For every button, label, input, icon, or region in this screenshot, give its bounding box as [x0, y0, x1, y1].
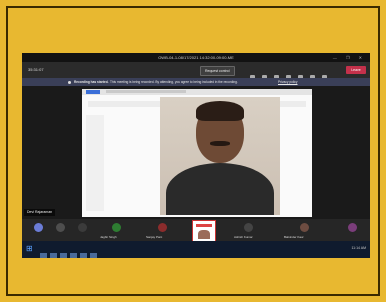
avatar: [158, 223, 167, 232]
participant-tile[interactable]: [340, 221, 366, 239]
request-control-button[interactable]: Request control: [200, 66, 235, 76]
shared-tab: [86, 90, 100, 94]
file-explorer-icon[interactable]: [60, 253, 67, 258]
avatar: [34, 223, 43, 232]
participant-name: Balvinder Kaur: [284, 235, 304, 239]
privacy-policy-link[interactable]: Privacy policy: [278, 78, 298, 86]
windows-logo-icon[interactable]: ⊞: [26, 245, 33, 253]
recording-icon: [68, 80, 71, 84]
participant-name: Ashish Kumar: [234, 235, 253, 239]
participant-name: Sanjay Pant: [146, 235, 163, 239]
participant-tile[interactable]: Balvinder Kaur: [284, 221, 324, 239]
mail-icon[interactable]: [90, 253, 97, 258]
shared-slide-thumbnail[interactable]: [192, 220, 216, 242]
avatar: [348, 223, 357, 232]
presenter-hair: [196, 101, 244, 121]
shared-sidebar: [86, 115, 104, 211]
windows-taskbar: ⊞ 11:14 AM: [22, 241, 370, 258]
presenter-mustache: [210, 141, 230, 146]
recording-banner: Recording has started. This meeting is b…: [22, 78, 370, 86]
meeting-stage: Devi Rajaraman: [22, 86, 370, 219]
leave-button[interactable]: Leave: [346, 66, 366, 74]
slide-banner: [196, 224, 212, 227]
browser-icon[interactable]: [70, 253, 77, 258]
window-titlebar: OWB-04-1-08/17/2021 14:32:00-09:00-ME — …: [22, 53, 370, 62]
presenter-name-tag: Devi Rajaraman: [24, 209, 56, 216]
meeting-toolbar: 35:31:07 Request control Leave: [22, 62, 370, 80]
teams-meeting-screen: OWB-04-1-08/17/2021 14:32:00-09:00-ME — …: [22, 53, 370, 258]
avatar: [244, 223, 253, 232]
avatar: [300, 223, 309, 232]
teams-icon[interactable]: [80, 253, 87, 258]
avatar: [56, 223, 65, 232]
participant-name: Jagbir Singh: [100, 235, 117, 239]
shared-browser-bar: [82, 89, 312, 95]
meeting-timer: 35:31:07: [28, 67, 44, 72]
avatar: [78, 223, 87, 232]
window-title: OWB-04-1-08/17/2021 14:32:00-09:00-ME: [158, 55, 234, 60]
window-controls[interactable]: — ❐ ✕: [333, 53, 366, 62]
shared-screen: [82, 89, 312, 217]
taskbar-apps: [40, 246, 100, 258]
presenter-video: [160, 97, 280, 215]
slide-person: [198, 230, 210, 239]
participant-tile[interactable]: Sanjay Pant: [146, 221, 186, 239]
task-view-icon[interactable]: [50, 253, 57, 258]
presenter-body: [166, 163, 274, 215]
shared-address: [106, 90, 186, 93]
recording-message: This meeting is being recorded. By atten…: [110, 80, 238, 84]
participant-strip: Jagbir Singh Sanjay Pant Ashish Kumar Ba…: [22, 219, 370, 242]
participant-tile[interactable]: Ashish Kumar: [234, 221, 274, 239]
participant-tile[interactable]: Jagbir Singh: [100, 221, 140, 239]
search-icon[interactable]: [40, 253, 47, 258]
recording-title: Recording has started.: [74, 80, 109, 84]
tray-clock: 11:14 AM: [351, 246, 366, 250]
avatar: [112, 223, 121, 232]
